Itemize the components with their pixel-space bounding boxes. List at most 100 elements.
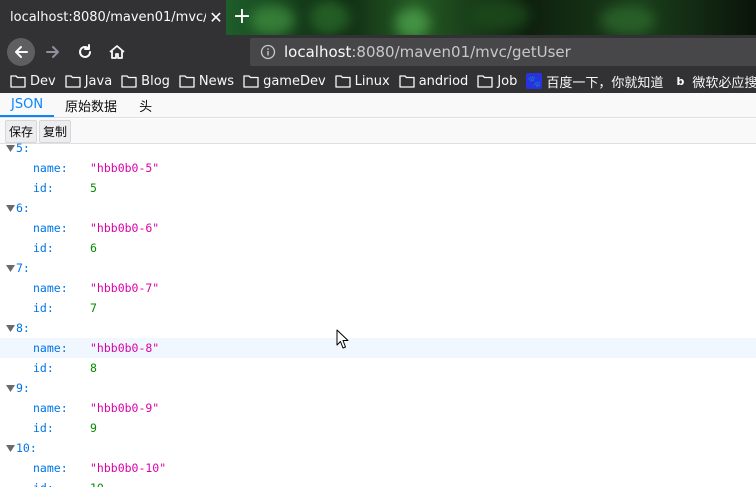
close-icon[interactable]: ✕ <box>206 8 226 27</box>
json-property-row[interactable]: name: "hbb0b0-10" <box>0 458 756 478</box>
arrow-left-icon <box>15 46 28 58</box>
json-object-row[interactable]: 9: <box>0 378 756 398</box>
json-number-value: 8 <box>90 361 97 375</box>
url-path: :8080/maven01/mvc/getUser <box>351 43 571 61</box>
json-property-row[interactable]: id: 8 <box>0 358 756 378</box>
bookmark-item[interactable]: gameDev <box>243 74 326 89</box>
tab-raw-data[interactable]: 原始数据 <box>54 93 128 117</box>
bookmark-label: andriod <box>418 73 469 89</box>
folder-icon <box>243 75 259 88</box>
plus-icon[interactable]: + <box>230 3 254 31</box>
bing-icon: b <box>672 73 689 89</box>
json-property-row[interactable]: name: "hbb0b0-9" <box>0 398 756 418</box>
json-key: id: <box>33 361 54 375</box>
bookmark-item[interactable]: Java <box>65 74 112 89</box>
json-string-value: "hbb0b0-10" <box>90 461 167 475</box>
json-tree: 5: name: "hbb0b0-5" id: 5 6: name: "hbb0b0-6" id… <box>0 138 756 487</box>
json-property-row[interactable]: name: "hbb0b0-5" <box>0 158 756 178</box>
back-button[interactable] <box>7 38 35 66</box>
json-key: id: <box>33 421 54 435</box>
bookmark-label: Java <box>84 73 113 89</box>
baidu-icon: 🐾 <box>526 73 543 89</box>
json-key: id: <box>33 481 54 487</box>
json-string-value: "hbb0b0-6" <box>90 221 160 235</box>
triangle-down-icon <box>5 264 15 272</box>
expand-toggle[interactable] <box>4 138 16 158</box>
json-property-row[interactable]: id: 9 <box>0 418 756 438</box>
json-viewer-tabs: JSON 原始数据 头 <box>0 93 756 118</box>
home-button[interactable] <box>103 38 131 66</box>
reload-button[interactable] <box>71 38 99 66</box>
bookmark-label: gameDev <box>263 73 326 89</box>
bookmark-item[interactable]: Linux <box>335 74 390 89</box>
json-property-row[interactable]: name: "hbb0b0-6" <box>0 218 756 238</box>
address-bar[interactable]: localhost:8080/maven01/mvc/getUser <box>250 38 756 66</box>
bookmark-item[interactable]: b微软必应搜索 <box>672 72 756 91</box>
bookmark-label: 百度一下，你就知道 <box>546 75 664 91</box>
tab-json[interactable]: JSON <box>0 93 55 117</box>
json-property-row[interactable]: id: 6 <box>0 238 756 258</box>
json-number-value: 9 <box>90 421 97 435</box>
json-property-row[interactable]: name: "hbb0b0-7" <box>0 278 756 298</box>
tab-headers[interactable]: 头 <box>128 93 163 117</box>
json-key: id: <box>33 301 54 315</box>
json-index: 8: <box>16 321 30 335</box>
json-object-row[interactable]: 7: <box>0 258 756 278</box>
bookmark-item[interactable]: 🐾 百度一下，你就知道 <box>526 72 663 91</box>
triangle-down-icon <box>5 204 15 212</box>
expand-toggle[interactable] <box>4 318 16 338</box>
bookmarks-toolbar: Dev Java Blog News gameDev Linux andriod Job 🐾 百度… <box>0 69 756 93</box>
bookmark-label: News <box>198 73 235 89</box>
bookmark-item[interactable]: Job <box>477 74 517 89</box>
expand-toggle[interactable] <box>4 438 16 458</box>
triangle-down-icon <box>5 324 15 332</box>
folder-icon <box>10 75 26 88</box>
json-number-value: 5 <box>90 181 97 195</box>
folder-icon <box>121 75 137 88</box>
bookmark-label: Dev <box>30 73 56 89</box>
bookmark-item[interactable]: News <box>179 74 234 89</box>
json-index: 10: <box>16 441 37 455</box>
url-host: localhost <box>284 43 352 61</box>
arrow-right-icon <box>46 46 59 58</box>
folder-icon <box>65 75 81 88</box>
json-index: 7: <box>16 261 30 275</box>
json-property-row[interactable]: id: 10 <box>0 478 756 487</box>
json-key: name: <box>33 281 68 295</box>
folder-icon <box>477 75 493 88</box>
json-object-row[interactable]: 8: <box>0 318 756 338</box>
json-string-value: "hbb0b0-7" <box>90 281 160 295</box>
json-object-row[interactable]: 6: <box>0 198 756 218</box>
expand-toggle[interactable] <box>4 378 16 398</box>
json-key: name: <box>33 161 68 175</box>
json-string-value: "hbb0b0-9" <box>90 401 160 415</box>
json-property-row[interactable]: id: 5 <box>0 178 756 198</box>
navigation-bar: localhost:8080/maven01/mvc/getUser <box>0 35 756 69</box>
bookmark-item[interactable]: Blog <box>121 74 170 89</box>
json-key: id: <box>33 181 54 195</box>
tab-current[interactable]: localhost:8080/maven01/mvc/getUser ✕ <box>0 0 226 35</box>
folder-icon <box>335 75 351 88</box>
bookmark-item[interactable]: andriod <box>399 73 469 89</box>
folder-icon <box>399 75 415 88</box>
json-object-row[interactable]: 10: <box>0 438 756 458</box>
json-key: name: <box>33 461 68 475</box>
tab-strip: localhost:8080/maven01/mvc/getUser ✕ + <box>0 0 756 35</box>
json-key: name: <box>33 341 68 355</box>
expand-toggle[interactable] <box>4 258 16 278</box>
bookmark-item[interactable]: Dev <box>10 74 56 89</box>
forward-button[interactable] <box>39 38 67 66</box>
json-number-value: 10 <box>90 481 104 487</box>
info-icon[interactable] <box>260 44 276 60</box>
mouse-cursor-icon <box>336 329 349 349</box>
json-property-row[interactable]: id: 7 <box>0 298 756 318</box>
json-number-value: 6 <box>90 241 97 255</box>
expand-toggle[interactable] <box>4 198 16 218</box>
json-index: 6: <box>16 201 30 215</box>
json-object-row[interactable]: 5: <box>0 138 756 158</box>
json-key: id: <box>33 241 54 255</box>
json-index: 9: <box>16 381 30 395</box>
json-property-row[interactable]: name: "hbb0b0-8" <box>0 338 756 358</box>
tab-title: localhost:8080/maven01/mvc/getUser <box>10 10 206 25</box>
bookmark-label: 微软必应搜索 <box>692 75 756 91</box>
